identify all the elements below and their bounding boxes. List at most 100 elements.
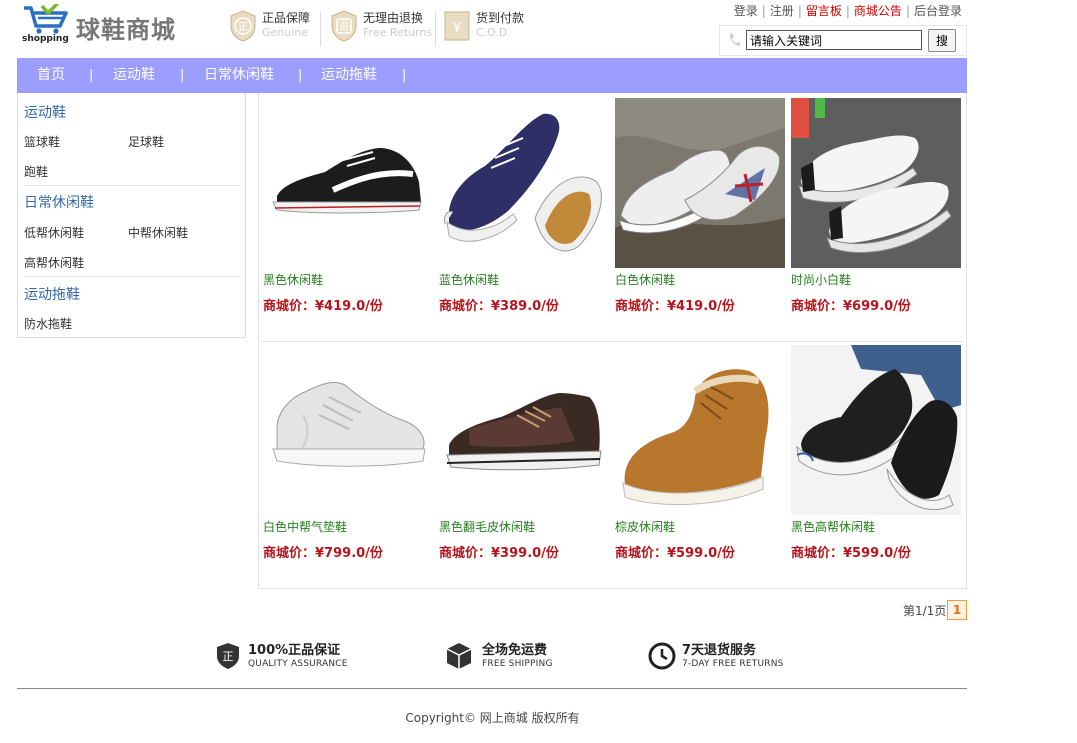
feature-title: 100%正品保证	[248, 642, 341, 658]
nav-item-casual-shoes[interactable]: 日常休闲鞋	[204, 58, 274, 93]
row-divider	[262, 341, 963, 342]
badge-divider	[320, 12, 321, 46]
badge-subtitle: C.O.D	[476, 26, 508, 39]
site-title: 球鞋商城	[76, 16, 176, 44]
feature-shipping: 全场免运费 FREE SHIPPING	[446, 642, 553, 670]
category-link[interactable]: 跑鞋	[24, 163, 48, 180]
admin-login-link[interactable]: 后台登录	[914, 4, 962, 18]
page-info: 第1/1页	[903, 604, 947, 618]
product-price: 商城价：¥599.0/份	[791, 542, 911, 561]
main-nav	[17, 58, 967, 93]
category-title-sports-shoes[interactable]: 运动鞋	[24, 102, 66, 122]
feature-subtitle: FREE SHIPPING	[482, 658, 553, 669]
product-price: 商城价：¥699.0/份	[791, 295, 911, 314]
category-title-sports-slippers[interactable]: 运动拖鞋	[24, 284, 80, 304]
product-name[interactable]: 白色中帮气垫鞋	[263, 518, 347, 535]
shield-returns-icon: 退	[331, 10, 357, 42]
category-title-casual-shoes[interactable]: 日常休闲鞋	[24, 192, 94, 212]
feature-quality: 正 100%正品保证 QUALITY ASSURANCE	[216, 642, 348, 670]
phone-icon	[729, 34, 740, 46]
nav-item-sports-slippers[interactable]: 运动拖鞋	[321, 58, 377, 93]
nav-separator: |	[402, 68, 407, 83]
guestbook-link[interactable]: 留言板	[806, 4, 842, 18]
badge-title: 无理由退换	[363, 11, 424, 25]
price-label: 商城价：	[263, 299, 316, 314]
product-image-shoe-icon[interactable]	[263, 345, 433, 515]
product-name[interactable]: 棕皮休闲鞋	[615, 518, 675, 535]
price-value: ¥399.0/份	[491, 546, 559, 561]
price-value: ¥799.0/份	[315, 546, 383, 561]
price-value: ¥599.0/份	[843, 546, 911, 561]
badge-subtitle: Genuine	[262, 26, 309, 39]
price-label: 商城价：	[791, 299, 844, 314]
copyright-text: Copyright© 网上商城 版权所有	[405, 711, 580, 725]
price-value: ¥599.0/份	[667, 546, 735, 561]
page-number-button[interactable]: 1	[947, 600, 967, 620]
search-button[interactable]: 搜	[928, 29, 956, 52]
badge-subtitle: Free Returns	[363, 26, 433, 39]
price-label: 商城价：	[615, 299, 668, 314]
badge-title: 货到付款	[476, 11, 525, 25]
nav-separator: |	[180, 68, 185, 83]
category-link[interactable]: 中帮休闲鞋	[128, 224, 188, 241]
product-name[interactable]: 白色休闲鞋	[615, 271, 675, 288]
nav-separator: |	[298, 68, 303, 83]
badge-divider	[435, 12, 436, 46]
feature-subtitle: 7-DAY FREE RETURNS	[682, 658, 784, 669]
product-price: 商城价：¥419.0/份	[615, 295, 735, 314]
product-name[interactable]: 蓝色休闲鞋	[439, 271, 499, 288]
category-link[interactable]: 防水拖鞋	[24, 315, 72, 332]
price-value: ¥419.0/份	[667, 299, 735, 314]
svg-text:正: 正	[223, 650, 234, 663]
cod-box-icon: ¥	[444, 11, 470, 41]
search-input[interactable]	[746, 30, 922, 50]
price-value: ¥699.0/份	[843, 299, 911, 314]
price-label: 商城价：	[791, 546, 844, 561]
product-name[interactable]: 黑色休闲鞋	[263, 271, 323, 288]
product-price: 商城价：¥799.0/份	[263, 542, 383, 561]
announcement-link[interactable]: 商城公告	[854, 4, 902, 18]
shield-glyph: 正	[238, 22, 248, 33]
category-divider	[24, 185, 240, 186]
login-link[interactable]: 登录	[734, 4, 758, 18]
price-label: 商城价：	[615, 546, 668, 561]
shield-glyph: 退	[339, 21, 349, 33]
register-link[interactable]: 注册	[770, 4, 794, 18]
badge-cod: ¥ 货到付款 C.O.D	[444, 10, 524, 46]
price-label: 商城价：	[439, 546, 492, 561]
product-image-shoe-icon[interactable]	[615, 98, 785, 268]
category-link[interactable]: 足球鞋	[128, 133, 164, 150]
product-image-shoe-icon[interactable]	[439, 345, 609, 515]
product-price: 商城价：¥419.0/份	[263, 295, 383, 314]
feature-title: 全场免运费	[482, 642, 548, 658]
badge-title: 正品保障	[262, 11, 311, 25]
feature-title: 7天退货服务	[682, 642, 757, 658]
nav-item-sports-shoes[interactable]: 运动鞋	[113, 58, 155, 93]
category-link[interactable]: 高帮休闲鞋	[24, 254, 84, 271]
price-label: 商城价：	[439, 299, 492, 314]
price-label: 商城价：	[263, 546, 316, 561]
product-price: 商城价：¥599.0/份	[615, 542, 735, 561]
category-divider	[24, 276, 240, 277]
product-image-shoe-icon[interactable]	[791, 98, 961, 268]
category-link[interactable]: 篮球鞋	[24, 133, 60, 150]
shield-genuine-icon: 正	[230, 10, 256, 42]
nav-item-home[interactable]: 首页	[37, 58, 65, 93]
product-name[interactable]: 黑色高帮休闲鞋	[791, 518, 875, 535]
category-link[interactable]: 低帮休闲鞋	[24, 224, 84, 241]
product-image-shoe-icon[interactable]	[791, 345, 961, 515]
feature-returns: 7天退货服务 7-DAY FREE RETURNS	[648, 642, 784, 670]
product-name[interactable]: 黑色翻毛皮休闲鞋	[439, 518, 535, 535]
product-name[interactable]: 时尚小白鞋	[791, 271, 851, 288]
product-price: 商城价：¥389.0/份	[439, 295, 559, 314]
clock-icon	[648, 642, 676, 670]
product-image-shoe-icon[interactable]	[439, 98, 609, 268]
badge-genuine: 正 正品保障 Genuine	[230, 10, 310, 46]
nav-separator: |	[89, 68, 94, 83]
badge-free-returns: 退 无理由退换 Free Returns	[331, 10, 432, 46]
product-image-shoe-icon[interactable]	[263, 98, 433, 268]
price-value: ¥389.0/份	[491, 299, 559, 314]
shield-glyph: ¥	[453, 21, 461, 36]
product-image-shoe-icon[interactable]	[615, 345, 785, 515]
feature-subtitle: QUALITY ASSURANCE	[248, 658, 348, 669]
